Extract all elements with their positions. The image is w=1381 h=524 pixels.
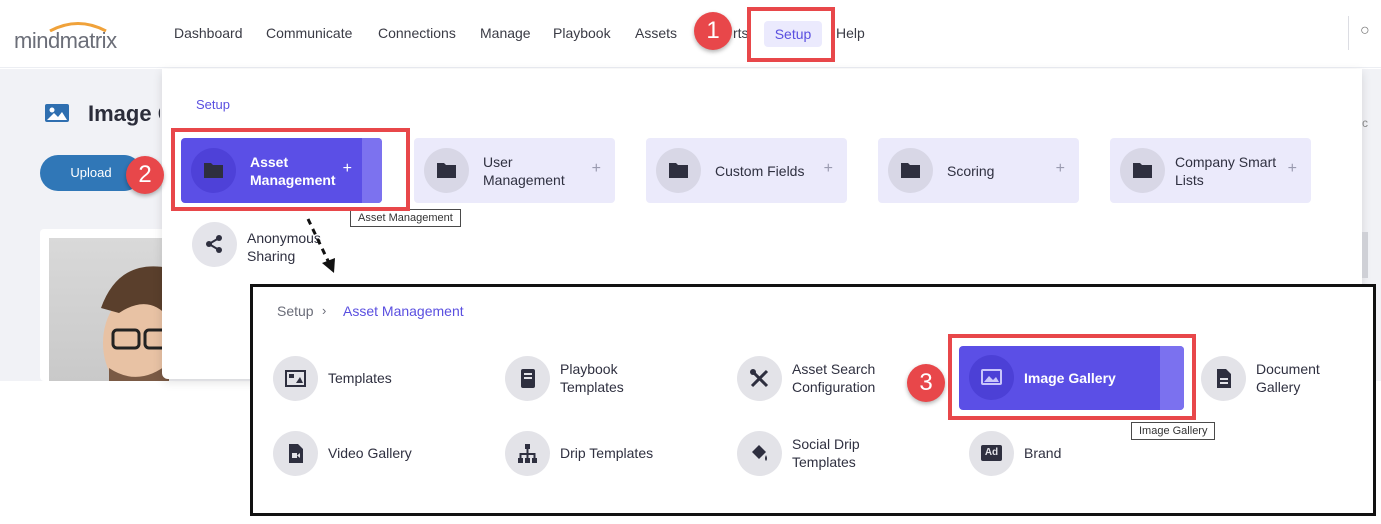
asset-item-social-drip-templates[interactable]: Social Drip Templates <box>792 435 860 471</box>
nav-communicate[interactable]: Communicate <box>266 25 352 41</box>
mindmatrix-logo[interactable]: mindmatrix <box>14 20 134 56</box>
asset-item-playbook-templates[interactable]: Playbook Templates <box>560 360 624 396</box>
asset-item-brand[interactable]: Brand <box>1024 444 1061 462</box>
breadcrumb-separator: › <box>322 303 327 318</box>
tile-label: Scoring <box>947 163 995 179</box>
book-icon[interactable] <box>505 356 550 401</box>
setup-tile-user-management[interactable]: User Management + <box>414 138 615 203</box>
logo-text: mindmatrix <box>14 28 117 53</box>
panel-scrollbar[interactable] <box>1362 232 1368 278</box>
breadcrumb-asset-management[interactable]: Asset Management <box>343 303 464 319</box>
annotation-box-asset-management <box>171 128 410 211</box>
sitemap-icon[interactable] <box>505 431 550 476</box>
folder-icon <box>888 148 933 193</box>
paint-bucket-icon[interactable] <box>737 431 782 476</box>
setup-tile-custom-fields[interactable]: Custom Fields + <box>646 138 847 203</box>
templates-icon[interactable] <box>273 356 318 401</box>
asset-item-drip-templates[interactable]: Drip Templates <box>560 444 653 462</box>
dashed-arrow-icon <box>306 218 335 273</box>
setup-tile-company-smart-lists[interactable]: Company Smart Lists + <box>1110 138 1311 203</box>
setup-panel-heading: Setup <box>196 97 230 112</box>
expand-plus-icon[interactable]: + <box>1056 160 1065 178</box>
annotation-box-setup <box>747 7 835 62</box>
tile-label: User Management <box>483 154 565 188</box>
asset-item-templates[interactable]: Templates <box>328 369 392 387</box>
background-edge-text: c <box>1362 116 1368 130</box>
annotation-box-image-gallery <box>948 334 1196 420</box>
page-title: Image G <box>88 101 160 126</box>
topbar-divider <box>1348 16 1349 50</box>
folder-icon <box>656 148 701 193</box>
tools-icon[interactable] <box>737 356 782 401</box>
tile-label: Company Smart Lists <box>1175 154 1277 188</box>
top-navigation-bar: mindmatrix Dashboard Communicate Connect… <box>0 0 1381 68</box>
nav-connections[interactable]: Connections <box>378 25 456 41</box>
expand-plus-icon[interactable]: + <box>824 160 833 178</box>
step-badge-1: 1 <box>694 12 732 50</box>
tile-label: Custom Fields <box>715 163 805 179</box>
ad-icon-glyph: Ad <box>981 445 1002 461</box>
video-file-icon[interactable] <box>273 431 318 476</box>
nav-assets[interactable]: Assets <box>635 25 677 41</box>
document-icon[interactable] <box>1201 356 1246 401</box>
breadcrumb-setup[interactable]: Setup <box>277 303 314 319</box>
folder-icon <box>1120 148 1165 193</box>
nav-dashboard[interactable]: Dashboard <box>174 25 243 41</box>
image-gallery-title-icon <box>45 104 69 122</box>
asset-management-tooltip: Asset Management <box>350 209 461 227</box>
folder-icon <box>424 148 469 193</box>
expand-plus-icon[interactable]: + <box>1288 160 1297 178</box>
step-badge-2: 2 <box>126 156 164 194</box>
asset-item-video-gallery[interactable]: Video Gallery <box>328 444 412 462</box>
nav-manage[interactable]: Manage <box>480 25 531 41</box>
asset-item-document-gallery[interactable]: Document Gallery <box>1256 360 1320 396</box>
expand-plus-icon[interactable]: + <box>592 160 601 178</box>
ad-icon[interactable]: Ad <box>969 431 1014 476</box>
image-thumbnail[interactable] <box>49 238 169 381</box>
asset-item-asset-search-configuration[interactable]: Asset Search Configuration <box>792 360 875 396</box>
share-icon[interactable] <box>192 222 237 267</box>
nav-playbook[interactable]: Playbook <box>553 25 611 41</box>
setup-tile-scoring[interactable]: Scoring + <box>878 138 1079 203</box>
search-icon[interactable]: ○ <box>1360 22 1370 40</box>
nav-help[interactable]: Help <box>836 25 865 41</box>
step-badge-3: 3 <box>907 364 945 402</box>
image-gallery-tooltip: Image Gallery <box>1131 422 1216 440</box>
person-photo-icon <box>101 266 169 381</box>
